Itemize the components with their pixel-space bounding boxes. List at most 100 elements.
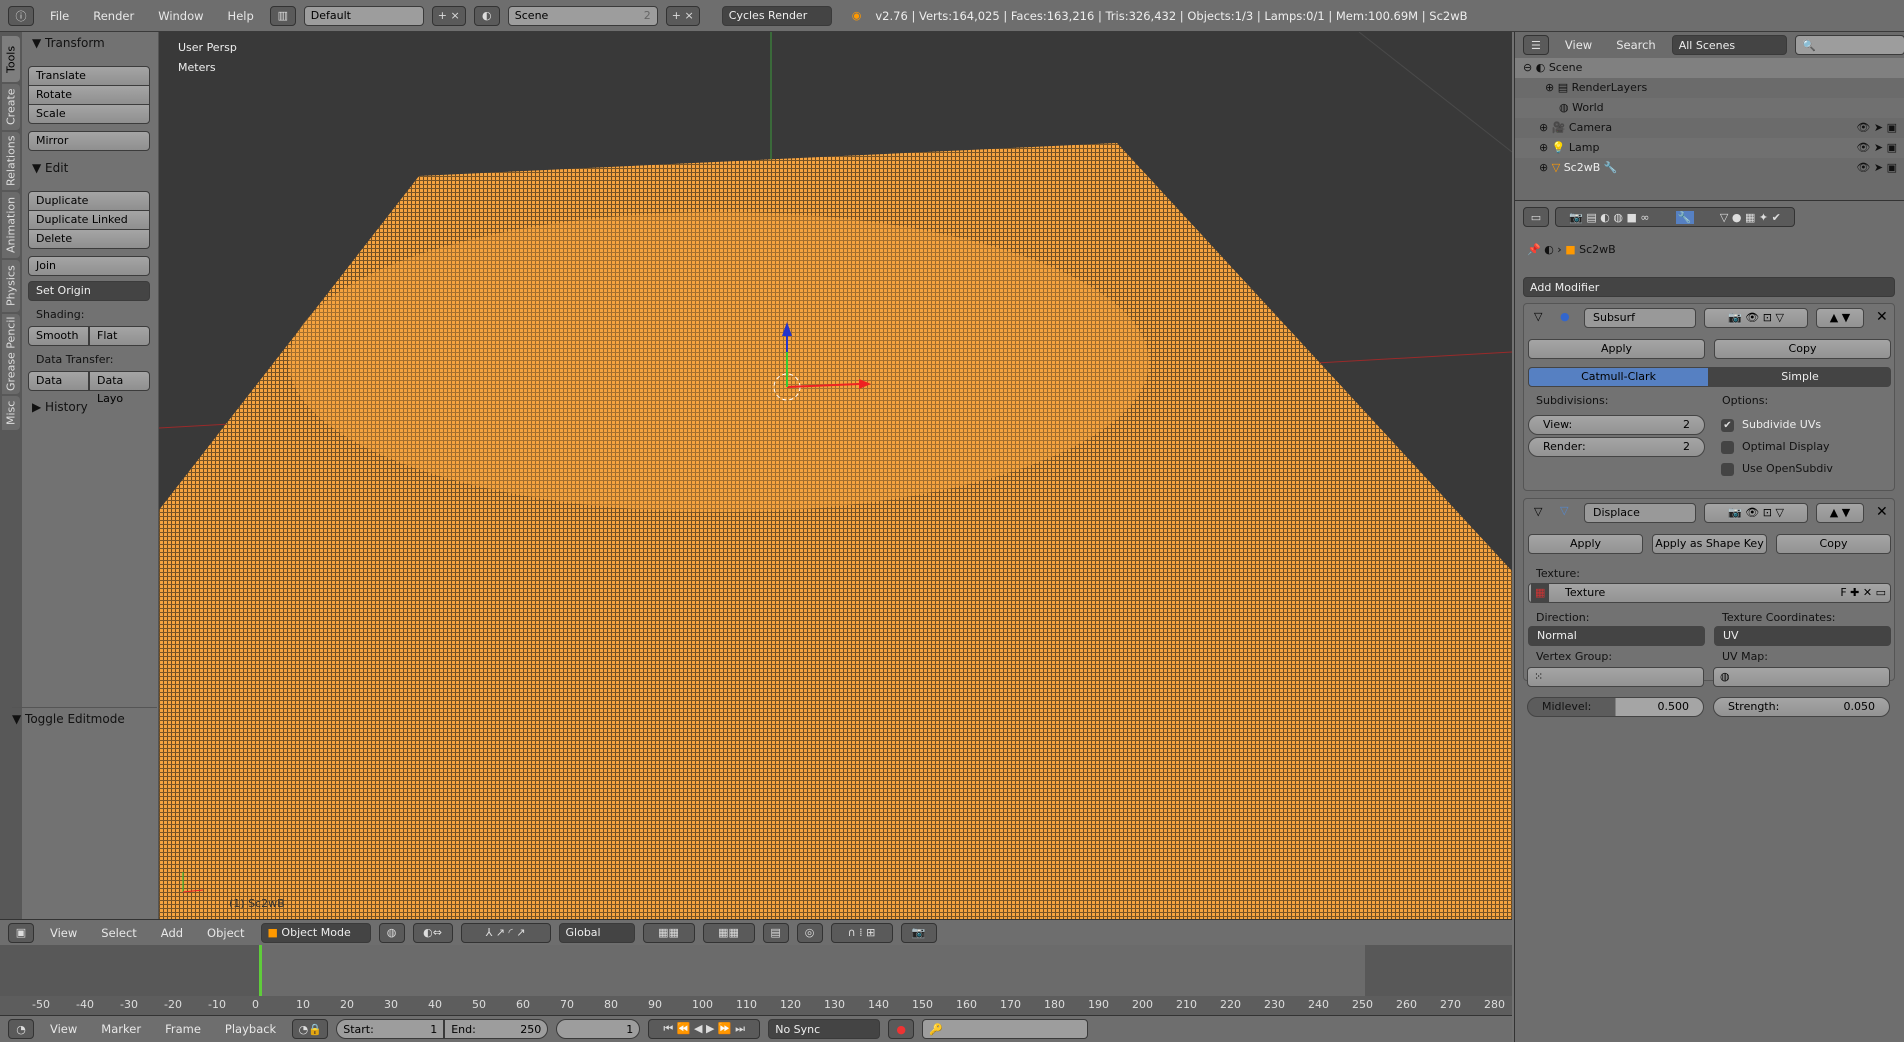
midlevel-slider[interactable]: Midlevel: 0.500	[1527, 697, 1704, 717]
vertex-group-field[interactable]: ⁙	[1527, 667, 1704, 687]
duplicate-linked-button[interactable]: Duplicate Linked	[28, 210, 150, 230]
manipulator-icons[interactable]: ⅄ ↗ ◜ ↗	[460, 922, 551, 943]
render-icons[interactable]: 📷	[900, 922, 937, 943]
join-button[interactable]: Join	[28, 256, 150, 276]
menu-object[interactable]: Object	[199, 926, 252, 940]
strength-field[interactable]: Strength: 0.050	[1713, 697, 1890, 717]
collapse-icon[interactable]: ▽	[1534, 310, 1542, 323]
smooth-button[interactable]: Smooth	[28, 326, 89, 346]
menu-tl-view[interactable]: View	[42, 1022, 85, 1036]
menu-view[interactable]: View	[42, 926, 85, 940]
outliner-menu-view[interactable]: View	[1557, 38, 1600, 52]
translate-button[interactable]: Translate	[28, 66, 150, 86]
scene-icon[interactable]: ◐	[473, 5, 500, 26]
visibility-icons[interactable]: 👁 ➤ ▣	[1856, 158, 1897, 178]
flat-button[interactable]: Flat	[89, 326, 150, 346]
outliner-search-input[interactable]: 🔍	[1795, 35, 1904, 55]
layers-grid-1[interactable]: ▦▦	[642, 922, 695, 943]
catmull-clark-option[interactable]: Catmull-Clark	[1528, 367, 1709, 387]
3d-viewport[interactable]: User Persp Meters (1) Sc2wB	[159, 32, 1512, 919]
timeline-area[interactable]	[0, 945, 1512, 996]
remove-modifier-icon[interactable]: ✕	[1876, 309, 1888, 325]
direction-select[interactable]: Normal	[1528, 626, 1705, 646]
panel-edit-header[interactable]: ▼ Edit	[32, 161, 68, 175]
menu-playback[interactable]: Playback	[217, 1022, 284, 1036]
layers-grid-2[interactable]: ▦▦	[702, 922, 755, 943]
scale-button[interactable]: Scale	[28, 104, 150, 124]
start-frame-field[interactable]: Start: 1	[336, 1019, 445, 1039]
displace-copy-button[interactable]: Copy	[1776, 534, 1891, 554]
data-layout-button[interactable]: Data Layo	[89, 371, 150, 405]
outliner-item-camera[interactable]: ⊕ 🎥 Camera 👁 ➤ ▣	[1515, 118, 1904, 138]
set-origin-select[interactable]: Set Origin	[28, 281, 150, 301]
playback-controls[interactable]: ⏮ ⏪ ◀ ▶ ⏩ ⏭	[648, 1019, 761, 1039]
scene-field[interactable]: Scene 2	[507, 5, 658, 26]
menu-help[interactable]: Help	[220, 9, 262, 23]
info-editor-icon[interactable]: ⓘ	[8, 5, 34, 26]
outliner-item-world[interactable]: ◍ World	[1515, 98, 1904, 118]
menu-add[interactable]: Add	[153, 926, 191, 940]
layout-field[interactable]: Default	[303, 5, 424, 26]
frame-ruler[interactable]: -50 -40 -30 -20 -10 0 10 20 30 40 50 60 70 80 90 100 110…	[0, 996, 1512, 1015]
rotate-button[interactable]: Rotate	[28, 85, 150, 105]
collapse-icon[interactable]: ▽	[1534, 505, 1542, 518]
modifier-display-toggles[interactable]: 📷 👁 ⊡ ▽	[1704, 308, 1808, 328]
menu-window[interactable]: Window	[150, 9, 211, 23]
current-frame-indicator[interactable]	[259, 945, 262, 996]
displace-apply-button[interactable]: Apply	[1528, 534, 1643, 554]
texture-coordinates-select[interactable]: UV	[1714, 626, 1891, 646]
scene-add-remove[interactable]: + ×	[665, 5, 700, 26]
menu-file[interactable]: File	[42, 9, 77, 23]
proportional-icon[interactable]: ◎	[796, 922, 823, 943]
sync-select[interactable]: No Sync	[768, 1019, 881, 1039]
modifier-display-toggles[interactable]: 📷 👁 ⊡ ▽	[1704, 503, 1808, 523]
properties-editor-icon[interactable]: ▭	[1523, 207, 1549, 227]
timeline-editor-icon[interactable]: ◔	[8, 1019, 34, 1039]
uv-map-field[interactable]: ◍	[1713, 667, 1890, 687]
outliner-item-sc2wb[interactable]: ⊕ ▽ Sc2wB 🔧 👁 ➤ ▣	[1515, 158, 1904, 178]
pivot-icon[interactable]: ◐⇔	[412, 922, 453, 943]
fake-user-button[interactable]: F	[1840, 586, 1846, 599]
texture-field[interactable]: Texture ▦ F ✚ ✕ ▭	[1528, 583, 1891, 603]
remove-modifier-icon[interactable]: ✕	[1876, 504, 1888, 520]
menu-select[interactable]: Select	[93, 926, 144, 940]
outliner-editor-icon[interactable]: ☰	[1523, 35, 1549, 55]
simple-option[interactable]: Simple	[1709, 367, 1891, 387]
mirror-button[interactable]: Mirror	[28, 131, 150, 151]
use-opensubdiv-checkbox[interactable]	[1721, 463, 1734, 476]
texture-actions[interactable]: F ✚ ✕ ▭	[1840, 584, 1886, 602]
duplicate-button[interactable]: Duplicate	[28, 191, 150, 211]
shading-mode-icon[interactable]: ◍	[378, 922, 405, 943]
visibility-icons[interactable]: 👁 ➤ ▣	[1856, 138, 1897, 158]
editor-type-icon[interactable]: ▣	[8, 922, 34, 943]
panel-history-header[interactable]: ▶ History	[32, 400, 88, 414]
subdivide-uvs-checkbox[interactable]: ✔	[1721, 419, 1734, 432]
orientation-select[interactable]: Global	[558, 922, 635, 943]
menu-render[interactable]: Render	[85, 9, 142, 23]
delete-button[interactable]: Delete	[28, 229, 150, 249]
displace-name-field[interactable]: Displace	[1584, 503, 1696, 523]
snap-icons[interactable]: ∩ ⁞ ⊞	[830, 922, 893, 943]
subsurf-name-field[interactable]: Subsurf	[1584, 308, 1696, 328]
apply-as-shape-key-button[interactable]: Apply as Shape Key	[1652, 534, 1767, 554]
display-mode-select[interactable]: All Scenes	[1671, 35, 1788, 55]
record-icon[interactable]: ●	[888, 1019, 915, 1039]
add-modifier-select[interactable]: Add Modifier	[1523, 277, 1895, 297]
context-tabs[interactable]: 📷 ▤ ◐ ◍ ■ ∞ 🔧 ▽ ● ▦ ✦ ✔	[1555, 207, 1795, 227]
render-engine-select[interactable]: Cycles Render	[721, 5, 832, 26]
modifier-tab-icon[interactable]: 🔧	[1675, 210, 1694, 224]
outliner-item-lamp[interactable]: ⊕ 💡 Lamp 👁 ➤ ▣	[1515, 138, 1904, 158]
preview-range-lock-icon[interactable]: ◔🔒	[292, 1019, 329, 1039]
menu-frame[interactable]: Frame	[157, 1022, 209, 1036]
lock-layer-icon[interactable]: ▤	[762, 922, 789, 943]
visibility-icons[interactable]: 👁 ➤ ▣	[1856, 118, 1897, 138]
layout-icon[interactable]: ▥	[269, 5, 296, 26]
render-levels-field[interactable]: Render: 2	[1528, 437, 1705, 457]
layout-add-remove[interactable]: + ×	[431, 5, 466, 26]
data-button[interactable]: Data	[28, 371, 89, 391]
mode-select[interactable]: ■ Object Mode	[260, 922, 371, 943]
menu-marker[interactable]: Marker	[93, 1022, 149, 1036]
outliner-item-scene[interactable]: ⊖ ◐ Scene	[1515, 58, 1904, 78]
outliner-item-renderlayers[interactable]: ⊕ ▤ RenderLayers	[1515, 78, 1904, 98]
move-up-down-buttons[interactable]: ▲ ▼	[1816, 308, 1864, 328]
